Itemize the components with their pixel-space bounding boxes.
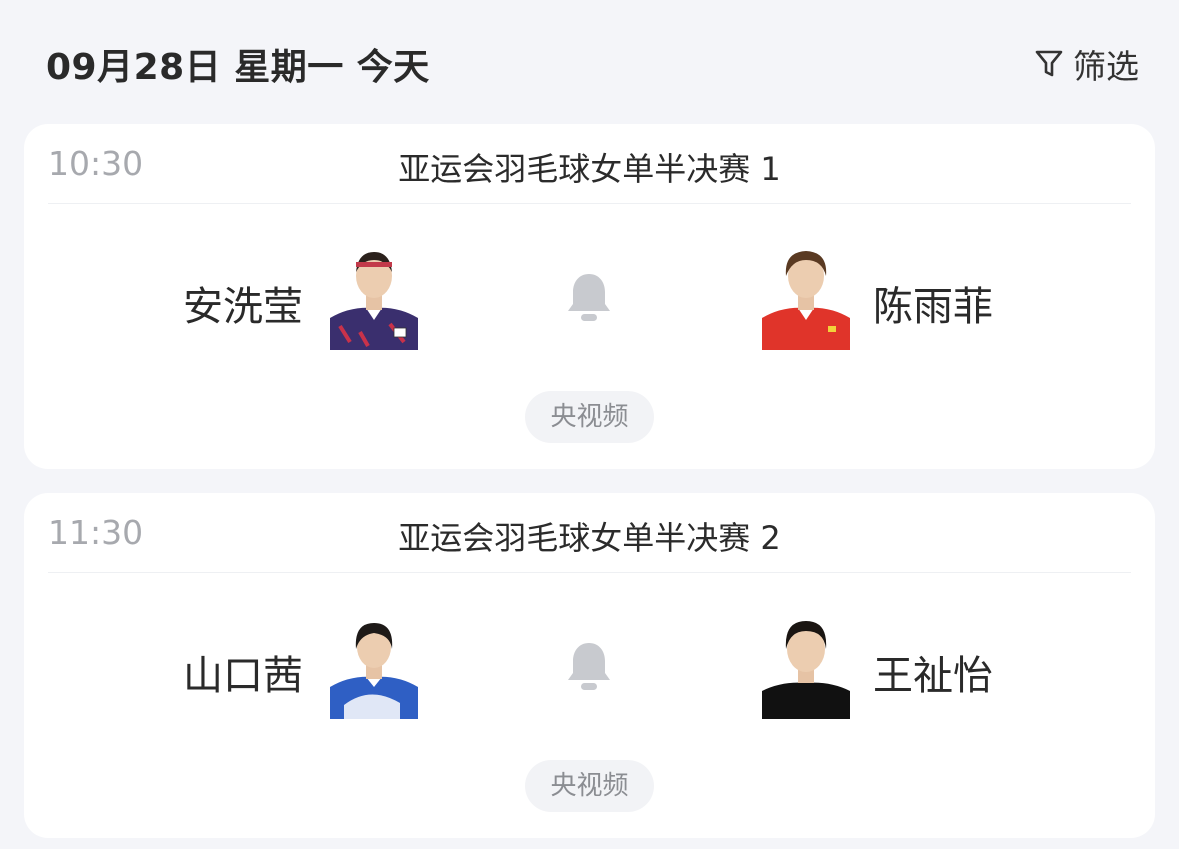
player-left-name: 山口茜 [183,653,303,699]
filter-icon [1035,49,1063,79]
bell-icon[interactable] [565,639,613,693]
player-left-name: 安洗莹 [183,284,303,330]
filter-button[interactable]: 筛选 [1035,40,1139,88]
channel-badge[interactable]: 央视频 [525,760,654,812]
match-title: 亚运会羽毛球女单半决赛 2 [398,519,781,557]
date-title: 09月28日 星期一 今天 [46,47,430,88]
player-right-name: 王祉怡 [873,653,993,699]
player-photo-an-se-young [330,246,418,350]
player-photo-chen-yufei [762,246,850,350]
bell-icon[interactable] [565,270,613,324]
player-photo-wang-zhiyi [762,615,850,719]
divider [48,203,1131,204]
channel-badge[interactable]: 央视频 [525,391,654,443]
filter-label: 筛选 [1073,47,1139,86]
header-bar: 09月28日 星期一 今天 筛选 [0,0,1179,124]
player-right-name: 陈雨菲 [873,284,993,330]
match-card[interactable]: 10:30 亚运会羽毛球女单半决赛 1 安洗莹 陈雨菲 央视频 [24,124,1155,469]
match-title: 亚运会羽毛球女单半决赛 1 [398,150,781,188]
divider [48,572,1131,573]
player-photo-akane-yamaguchi [330,615,418,719]
match-card[interactable]: 11:30 亚运会羽毛球女单半决赛 2 山口茜 王祉怡 央视频 [24,493,1155,838]
